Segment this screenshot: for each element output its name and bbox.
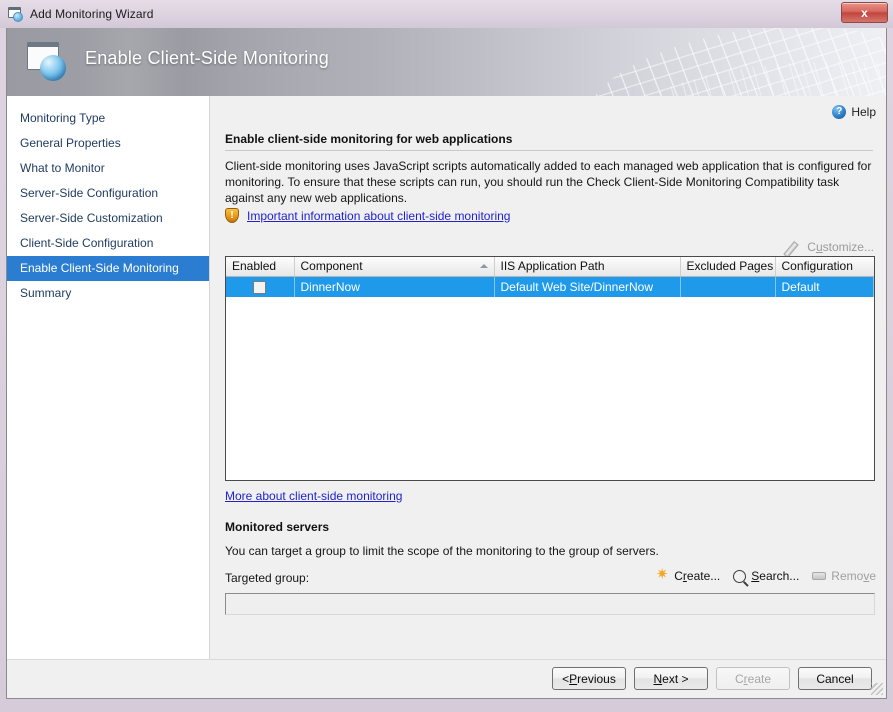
- important-information-link[interactable]: Important information about client-side …: [247, 209, 510, 223]
- footer-bar: < Previous Next > Create Cancel: [7, 659, 886, 697]
- sidebar-item-server-side-customization[interactable]: Server-Side Customization: [7, 206, 209, 231]
- content-pane: ? Help Enable client-side monitoring for…: [211, 96, 886, 659]
- column-header-configuration[interactable]: Configuration: [775, 257, 874, 276]
- close-icon[interactable]: x: [841, 2, 888, 23]
- grid-header: Enabled Component IIS Application Path E…: [226, 257, 874, 276]
- warning-shield-icon: !: [225, 208, 239, 223]
- wizard-banner: Enable Client-Side Monitoring: [7, 28, 886, 96]
- search-group-button[interactable]: Search...: [733, 569, 799, 583]
- cell-configuration: Default: [775, 276, 874, 297]
- targeted-group-field[interactable]: [225, 593, 875, 615]
- cell-excluded-pages: [680, 276, 775, 297]
- create-group-button[interactable]: ✷ Create...: [655, 569, 720, 583]
- eraser-icon: [812, 572, 826, 580]
- footer-buttons: < Previous Next > Create Cancel: [552, 667, 872, 690]
- column-header-iis-application-path[interactable]: IIS Application Path: [494, 257, 680, 276]
- title-bar: Add Monitoring Wizard x: [0, 0, 893, 28]
- sidebar-item-enable-client-side-monitoring[interactable]: Enable Client-Side Monitoring: [7, 256, 209, 281]
- sort-ascending-icon: [480, 264, 488, 268]
- search-icon: [733, 570, 746, 583]
- sidebar-item-general-properties[interactable]: General Properties: [7, 131, 209, 156]
- create-button: Create: [716, 667, 790, 690]
- star-icon: ✷: [655, 569, 669, 583]
- grid-table: Enabled Component IIS Application Path E…: [226, 257, 874, 297]
- enabled-checkbox[interactable]: [253, 281, 266, 294]
- group-actions: ✷ Create... Search... Remove: [655, 569, 876, 583]
- banner-title: Enable Client-Side Monitoring: [85, 48, 329, 69]
- column-header-excluded-pages[interactable]: Excluded Pages: [680, 257, 775, 276]
- grid-header-row: Enabled Component IIS Application Path E…: [226, 257, 874, 276]
- create-label: Create...: [674, 569, 720, 583]
- help-button[interactable]: ? Help: [832, 105, 876, 119]
- more-about-link[interactable]: More about client-side monitoring: [225, 489, 402, 503]
- remove-group-button: Remove: [812, 569, 876, 583]
- customize-label: Customize...: [807, 240, 874, 254]
- table-row[interactable]: DinnerNow Default Web Site/DinnerNow Def…: [226, 276, 874, 297]
- web-applications-grid[interactable]: Enabled Component IIS Application Path E…: [225, 256, 875, 481]
- sidebar-item-monitoring-type[interactable]: Monitoring Type: [7, 106, 209, 131]
- pencil-icon: [787, 240, 801, 254]
- remove-label: Remove: [831, 569, 876, 583]
- targeted-group-label: Targeted group:: [225, 571, 309, 585]
- monitored-servers-description: You can target a group to limit the scop…: [225, 544, 659, 558]
- sidebar-item-client-side-configuration[interactable]: Client-Side Configuration: [7, 231, 209, 256]
- column-header-enabled[interactable]: Enabled: [226, 257, 294, 276]
- banner-wizard-icon: [27, 42, 69, 82]
- previous-button[interactable]: < Previous: [552, 667, 626, 690]
- window-title: Add Monitoring Wizard: [30, 7, 153, 21]
- help-icon: ?: [832, 105, 846, 119]
- column-header-component[interactable]: Component: [294, 257, 494, 276]
- monitored-servers-heading: Monitored servers: [225, 520, 329, 534]
- cell-iis-application-path: Default Web Site/DinnerNow: [494, 276, 680, 297]
- wizard-step-sidebar: Monitoring Type General Properties What …: [7, 96, 210, 659]
- help-label: Help: [851, 105, 876, 119]
- cell-enabled[interactable]: [226, 276, 294, 297]
- sidebar-item-what-to-monitor[interactable]: What to Monitor: [7, 156, 209, 181]
- wizard-window: Add Monitoring Wizard x Enable Client-Si…: [0, 0, 893, 712]
- page-description: Client-side monitoring uses JavaScript s…: [225, 158, 875, 206]
- cancel-button[interactable]: Cancel: [798, 667, 872, 690]
- grid-body: DinnerNow Default Web Site/DinnerNow Def…: [226, 276, 874, 297]
- client-area: Enable Client-Side Monitoring Monitoring…: [6, 28, 887, 699]
- resize-grip[interactable]: [871, 683, 883, 695]
- cell-component: DinnerNow: [294, 276, 494, 297]
- wizard-window-icon: [8, 7, 24, 22]
- search-label: Search...: [751, 569, 799, 583]
- customize-button: Customize...: [787, 240, 874, 254]
- important-info-row: ! Important information about client-sid…: [225, 208, 510, 223]
- next-button[interactable]: Next >: [634, 667, 708, 690]
- sidebar-item-summary[interactable]: Summary: [7, 281, 209, 306]
- title-divider: [225, 150, 873, 151]
- page-title: Enable client-side monitoring for web ap…: [225, 132, 512, 146]
- sidebar-item-server-side-configuration[interactable]: Server-Side Configuration: [7, 181, 209, 206]
